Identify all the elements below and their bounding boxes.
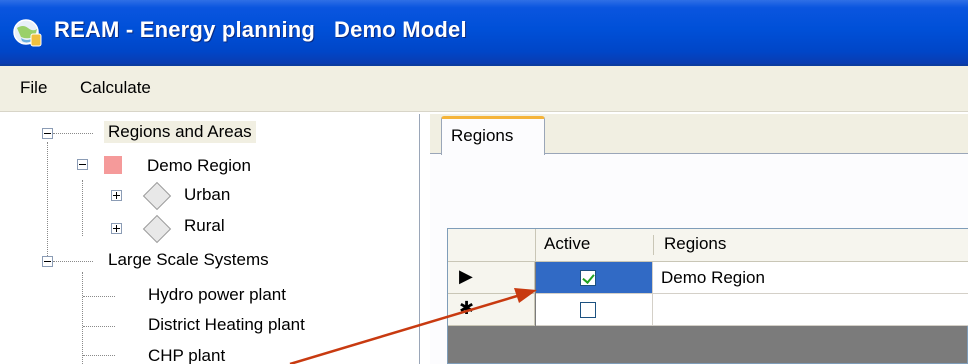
tree-connector [82, 180, 83, 236]
window-title: REAM - Energy planning Demo Model [54, 17, 467, 42]
current-row-indicator[interactable]: ▶ [448, 262, 535, 294]
tree-item-large-scale-systems[interactable]: Large Scale Systems [108, 249, 269, 271]
region-name-cell[interactable] [653, 294, 968, 326]
tree-connector [83, 355, 115, 356]
column-separator [653, 235, 654, 255]
menu-calculate[interactable]: Calculate [80, 78, 151, 98]
expand-icon[interactable] [111, 190, 122, 201]
table-row[interactable]: ▶ Demo Region [448, 262, 968, 294]
area-diamond-icon [142, 214, 172, 244]
regions-grid[interactable]: Active Regions ▶ Demo Region ✱ [447, 228, 968, 364]
column-header-regions[interactable]: Regions [656, 229, 968, 262]
tree-item-district-heating-plant[interactable]: District Heating plant [148, 314, 305, 336]
tree-connector [53, 133, 93, 134]
expand-icon[interactable] [111, 223, 122, 234]
menu-bar: File Calculate [0, 66, 968, 112]
tree-connector [53, 261, 93, 262]
menu-file[interactable]: File [20, 78, 47, 98]
content-pane: Regions Active Regions ▶ Demo Region ✱ [430, 114, 968, 364]
active-cell[interactable] [536, 262, 653, 294]
tree-item-chp-plant[interactable]: CHP plant [148, 345, 225, 364]
title-bar: REAM - Energy planning Demo Model [0, 0, 968, 66]
table-row[interactable]: ✱ [448, 294, 968, 326]
collapse-icon[interactable] [77, 159, 88, 170]
tree-connector [83, 296, 115, 297]
active-checkbox[interactable] [580, 302, 596, 318]
tree-item-regions-and-areas[interactable]: Regions and Areas [104, 121, 256, 143]
area-diamond-icon [142, 181, 172, 211]
region-name-cell[interactable]: Demo Region [653, 262, 968, 294]
grid-header: Active Regions [448, 229, 968, 262]
tree-item-urban[interactable]: Urban [184, 184, 230, 206]
tree-item-hydro-power-plant[interactable]: Hydro power plant [148, 284, 286, 306]
active-checkbox[interactable] [580, 270, 596, 286]
tree-item-rural[interactable]: Rural [184, 215, 225, 237]
navigation-tree[interactable]: Regions and Areas Demo Region Urban Rura… [20, 114, 420, 364]
collapse-icon[interactable] [42, 256, 53, 267]
tree-connector [83, 326, 115, 327]
tree-connector [47, 142, 48, 264]
new-row-indicator[interactable]: ✱ [448, 294, 535, 326]
tab-regions[interactable]: Regions [441, 116, 545, 155]
tree-connector [82, 272, 83, 364]
app-globe-icon [13, 19, 42, 47]
column-header-active[interactable]: Active [536, 229, 654, 262]
tree-item-demo-region[interactable]: Demo Region [147, 155, 251, 177]
collapse-icon[interactable] [42, 128, 53, 139]
grid-corner [448, 229, 536, 262]
active-cell[interactable] [536, 294, 653, 326]
region-color-icon [104, 156, 122, 174]
